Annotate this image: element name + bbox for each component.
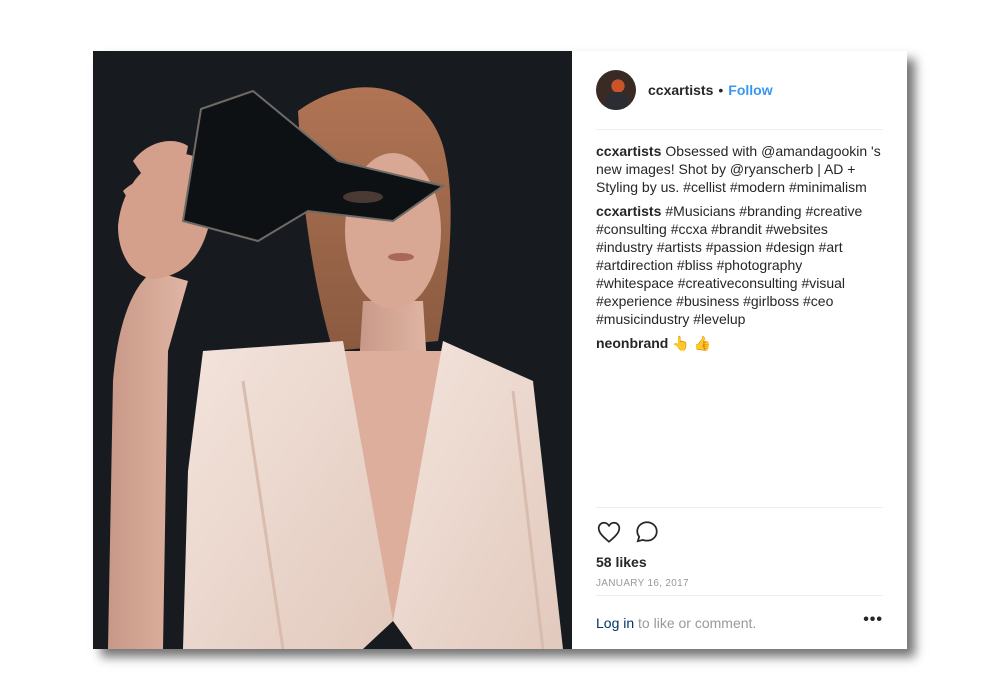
post-actions: 58 likes JANUARY 16, 2017 (596, 507, 883, 589)
avatar[interactable] (596, 70, 636, 110)
post-date: JANUARY 16, 2017 (596, 578, 689, 589)
comment-icon[interactable] (634, 519, 660, 545)
post-sidebar: ccxartists • Follow ccxartists Obsessed w… (572, 51, 907, 649)
comment-user[interactable]: ccxartists (596, 203, 661, 219)
post-header: ccxartists • Follow (596, 51, 883, 130)
action-icons (596, 518, 883, 546)
follow-button[interactable]: Follow (728, 82, 772, 98)
separator-dot: • (718, 82, 724, 98)
portrait-image (93, 51, 572, 649)
post-card: ccxartists • Follow ccxartists Obsessed w… (93, 51, 907, 649)
comment-text: 👆 👍 (672, 335, 712, 351)
comment: ccxartists #Musicians #branding #creative… (596, 202, 883, 328)
comment: neonbrand 👆 👍 (596, 334, 883, 352)
login-prompt: Log in to like or comment. (596, 615, 756, 631)
post-photo[interactable] (93, 51, 572, 649)
comment-user[interactable]: neonbrand (596, 335, 668, 351)
username[interactable]: ccxartists (648, 82, 713, 98)
login-rest: to like or comment. (634, 615, 757, 631)
comment-text: #Musicians #branding #creative #consulti… (596, 203, 863, 327)
login-link[interactable]: Log in (596, 615, 634, 631)
likes-count[interactable]: 58 likes (596, 554, 883, 570)
comment-user[interactable]: ccxartists (596, 143, 661, 159)
heart-icon[interactable] (596, 519, 622, 545)
comment: ccxartists Obsessed with @amandagookin 's… (596, 142, 883, 196)
login-row: Log in to like or comment. ••• (596, 595, 883, 650)
comments-list: ccxartists Obsessed with @amandagookin 's… (596, 130, 883, 352)
ellipsis-icon[interactable]: ••• (863, 611, 883, 635)
